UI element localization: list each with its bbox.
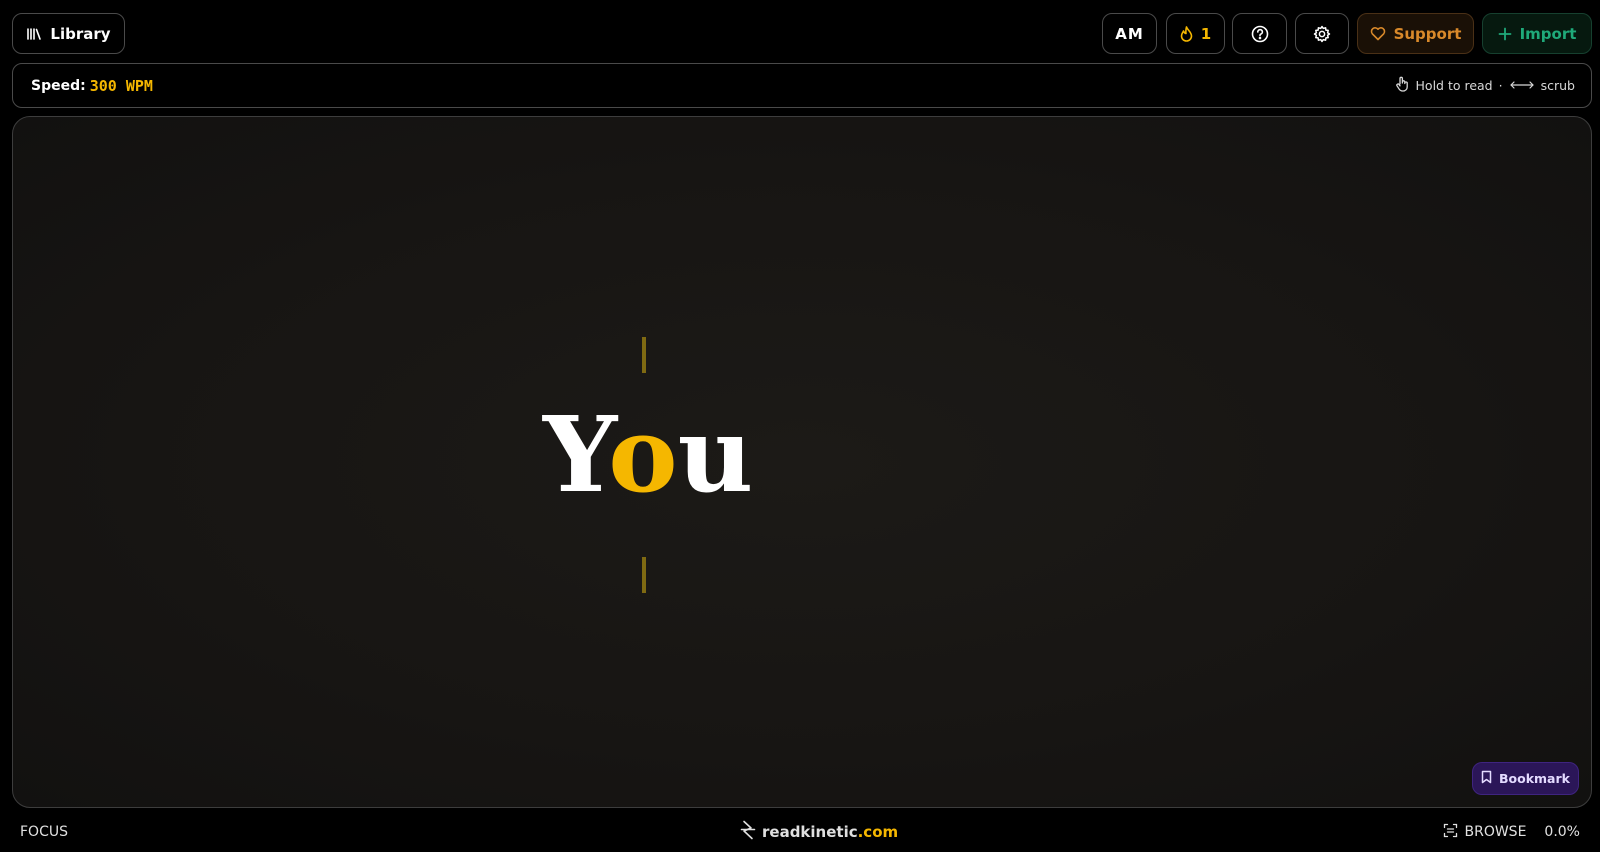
flame-icon bbox=[1180, 25, 1193, 42]
brand-name: readkinetic bbox=[762, 823, 858, 841]
hint-hold: Hold to read bbox=[1415, 78, 1493, 93]
help-circle-icon bbox=[1251, 25, 1269, 43]
plus-icon bbox=[1498, 27, 1512, 41]
library-button[interactable]: Library bbox=[12, 13, 125, 54]
bookmark-button[interactable]: Bookmark bbox=[1472, 762, 1579, 795]
brand-link[interactable]: readkinetic.com bbox=[740, 820, 898, 844]
speed-label: Speed: bbox=[31, 77, 86, 94]
progress-percent: 0.0% bbox=[1544, 824, 1580, 840]
word-focus-letter: o bbox=[608, 393, 678, 516]
brand-tld: .com bbox=[857, 823, 899, 841]
hand-pointer-icon bbox=[1395, 76, 1410, 95]
focus-guide-top bbox=[642, 337, 646, 373]
focus-mode-label[interactable]: FOCUS bbox=[20, 824, 68, 840]
streak-button[interactable]: 1 bbox=[1166, 13, 1225, 54]
speed-control[interactable]: Speed: 300 WPM bbox=[31, 77, 153, 95]
reader-stage[interactable]: You Bookmark bbox=[12, 116, 1592, 808]
word-after: u bbox=[677, 393, 754, 516]
settings-button[interactable] bbox=[1295, 13, 1349, 54]
browse-icon bbox=[1443, 823, 1458, 842]
help-button[interactable] bbox=[1232, 13, 1287, 54]
support-button[interactable]: Support bbox=[1357, 13, 1474, 54]
library-books-icon bbox=[26, 27, 42, 41]
speed-bar[interactable]: Speed: 300 WPM Hold to read · scrub bbox=[12, 63, 1592, 108]
word-before: Y bbox=[543, 393, 609, 516]
hint-scrub: scrub bbox=[1540, 78, 1575, 93]
browse-button[interactable]: BROWSE bbox=[1443, 823, 1526, 842]
gear-icon bbox=[1313, 25, 1331, 43]
user-initials-button[interactable]: AM bbox=[1102, 13, 1157, 54]
heart-icon bbox=[1370, 26, 1386, 41]
double-arrow-icon bbox=[1509, 78, 1535, 93]
hint-separator: · bbox=[1498, 78, 1503, 93]
streak-count: 1 bbox=[1200, 24, 1212, 43]
browse-label: BROWSE bbox=[1464, 824, 1527, 840]
bookmark-label: Bookmark bbox=[1499, 771, 1570, 786]
support-label: Support bbox=[1393, 24, 1462, 43]
footer: FOCUS readkinetic.com BROWSE 0.0% bbox=[0, 812, 1600, 852]
focus-guide-bottom bbox=[642, 557, 646, 593]
current-word: You bbox=[543, 395, 753, 515]
import-button[interactable]: Import bbox=[1482, 13, 1592, 54]
library-label: Library bbox=[50, 24, 111, 43]
lightning-icon bbox=[740, 820, 756, 844]
import-label: Import bbox=[1519, 24, 1577, 43]
reading-hint: Hold to read · scrub bbox=[1395, 76, 1575, 95]
speed-value: 300 WPM bbox=[89, 76, 153, 95]
bookmark-icon bbox=[1481, 770, 1492, 787]
user-initials: AM bbox=[1115, 24, 1144, 43]
